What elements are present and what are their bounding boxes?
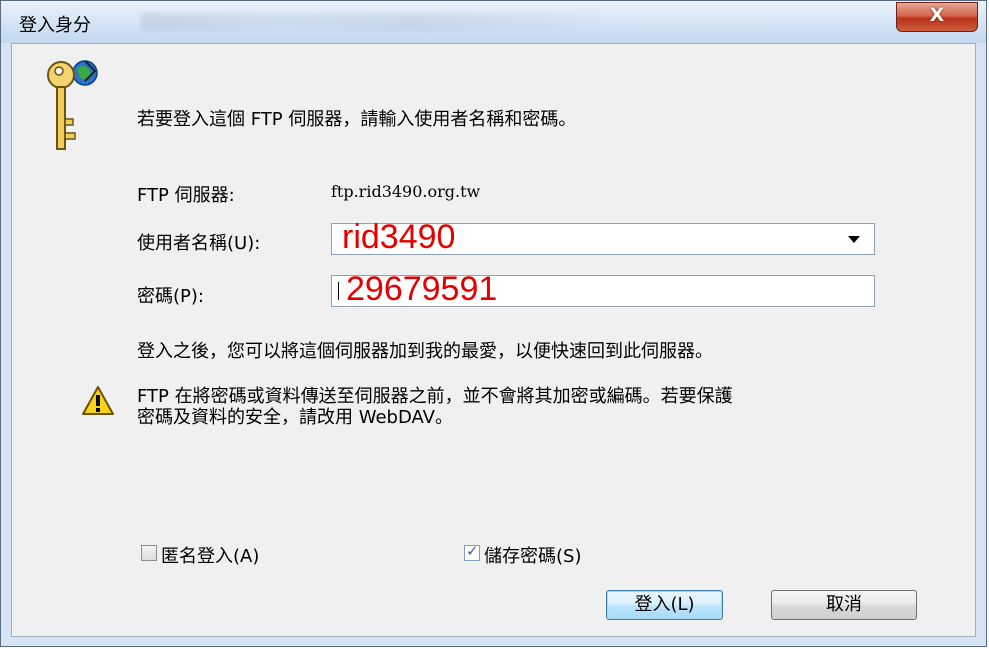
username-value: rid3490 [342,218,456,256]
check-icon: ✓ [466,542,479,560]
server-label: FTP 伺服器: [137,185,235,206]
window-title: 登入身分 [19,15,91,36]
close-button[interactable]: X [896,2,978,32]
key-globe-icon [47,60,98,150]
server-value: ftp.rid3490.org.tw [331,182,481,201]
save-password-checkbox[interactable]: ✓ [464,542,480,561]
close-icon: X [929,4,945,26]
chevron-down-icon[interactable] [848,236,860,243]
username-label: 使用者名稱(U): [137,233,261,254]
login-button[interactable]: 登入(L) [606,590,723,620]
dialog-prompt: 若要登入這個 FTP 伺服器，請輸入使用者名稱和密碼。 [137,109,577,130]
title-bar-background [141,13,601,31]
cancel-button[interactable]: 取消 [771,590,917,620]
login-dialog: 登入身分 X 若要登入這個 FTP 伺服器，請輸入使用者名稱和密碼。 FTP 伺… [0,0,987,647]
text-cursor [338,282,339,300]
password-value: 29679591 [346,270,498,308]
anonymous-login-label[interactable]: 匿名登入(A) [161,542,259,568]
username-combobox[interactable]: rid3490 [331,218,875,256]
title-bar[interactable]: 登入身分 X [1,1,986,43]
anonymous-login-checkbox[interactable] [141,545,157,561]
warning-text-line2: 密碼及資料的安全，請改用 WebDAV。 [137,407,453,428]
save-password-label[interactable]: 儲存密碼(S) [484,542,581,568]
password-field[interactable]: 29679591 [331,270,875,308]
info-text: 登入之後，您可以將這個伺服器加到我的最愛，以便快速回到此伺服器。 [137,341,713,362]
password-label: 密碼(P): [137,286,204,307]
warning-icon [82,386,114,415]
